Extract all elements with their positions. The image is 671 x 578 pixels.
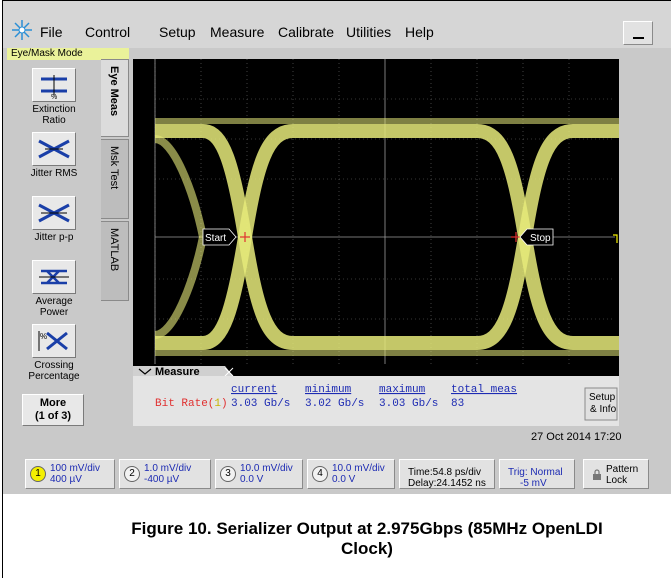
tab-eye-meas[interactable]: Eye Meas: [101, 59, 129, 137]
menu-bar: File Control Setup Measure Calibrate Uti…: [3, 1, 671, 48]
channel-scale: 100 mV/div 400 µV: [50, 463, 101, 485]
average-power-icon[interactable]: [32, 260, 76, 294]
caption-line-2: Clock): [341, 539, 393, 558]
bit-rate-maximum: 3.03 Gb/s: [379, 398, 438, 410]
svg-text:%: %: [40, 332, 47, 341]
crossing-percentage-icon[interactable]: %: [32, 324, 76, 358]
measurement-toolbar: % Extinction Ratio Jitter RMS Jitter p-p…: [6, 60, 102, 434]
menu-file[interactable]: File: [40, 24, 63, 40]
channel-level-marker: [613, 234, 618, 243]
tool-average-power[interactable]: Average Power: [10, 260, 98, 318]
bit-rate-minimum: 3.02 Gb/s: [305, 398, 364, 410]
channel-scale: 10.0 mV/div 0.0 V: [240, 463, 293, 485]
lock-icon: [593, 469, 601, 480]
channel-number: 4: [312, 466, 328, 482]
pattern-lock-button[interactable]: Pattern Lock: [583, 459, 649, 489]
tab-msk-test[interactable]: Msk Test: [101, 139, 129, 219]
menu-utilities[interactable]: Utilities: [346, 24, 391, 40]
figure-caption: Figure 10. Serializer Output at 2.975Gbp…: [3, 519, 671, 559]
menu-measure[interactable]: Measure: [210, 24, 264, 40]
tool-label: Average Power: [35, 296, 73, 318]
menu-setup[interactable]: Setup: [159, 24, 196, 40]
timebase-readout: Time:54.8 ps/div Delay:24.1452 ns: [408, 467, 486, 489]
channel-1-button[interactable]: 1 100 mV/div 400 µV: [25, 459, 115, 489]
setup-info-label: Setup: [589, 392, 616, 403]
tab-label: Msk Test: [108, 146, 120, 190]
menu-control[interactable]: Control: [85, 24, 130, 40]
trigger-readout: Trig: Normal -5 mV: [508, 467, 563, 489]
start-marker-label: Start: [205, 233, 226, 244]
tool-jitter-rms[interactable]: Jitter RMS: [10, 132, 98, 179]
caption-line-1: Figure 10. Serializer Output at 2.975Gbp…: [131, 519, 603, 538]
more-button[interactable]: More (1 of 3): [22, 394, 84, 426]
setup-info-label-2: & Info: [590, 404, 617, 415]
stop-marker-label: Stop: [530, 233, 551, 244]
timebase-button[interactable]: Time:54.8 ps/div Delay:24.1452 ns: [399, 459, 495, 489]
agilent-logo-icon: [12, 20, 32, 40]
tool-label: Extinction Ratio: [32, 104, 76, 126]
tool-label: Jitter RMS: [30, 168, 78, 179]
pattern-lock-label: Pattern Lock: [606, 464, 639, 486]
tool-label: Crossing Percentage: [28, 360, 80, 382]
trigger-button[interactable]: Trig: Normal -5 mV: [499, 459, 575, 489]
tool-label: Jitter p-p: [34, 232, 74, 243]
tool-crossing-percentage[interactable]: % Crossing Percentage: [10, 324, 98, 382]
extinction-ratio-icon[interactable]: %: [32, 68, 76, 102]
tab-label: MATLAB: [108, 228, 120, 272]
tab-matlab[interactable]: MATLAB: [101, 221, 129, 301]
channel-number: 2: [124, 466, 140, 482]
oscilloscope-window: File Control Setup Measure Calibrate Uti…: [3, 1, 671, 494]
waveform-display[interactable]: Start Stop Measure current minimum maxim…: [133, 59, 619, 426]
status-bar: 1 100 mV/div 400 µV 2 1.0 mV/div -400 µV 3…: [3, 455, 671, 494]
measure-panel: Measure current minimum maximum total me…: [133, 364, 619, 426]
tool-extinction-ratio[interactable]: % Extinction Ratio: [10, 68, 98, 126]
channel-scale: 10.0 mV/div 0.0 V: [332, 463, 385, 485]
minimize-button[interactable]: [623, 21, 653, 45]
bit-rate-label: Bit Rate(1): [155, 398, 228, 410]
menu-calibrate[interactable]: Calibrate: [278, 24, 334, 40]
menu-help[interactable]: Help: [405, 24, 434, 40]
header-minimum: minimum: [305, 384, 352, 396]
date-time: 27 Oct 2014 17:20: [531, 431, 622, 443]
channel-scale: 1.0 mV/div -400 µV: [144, 463, 192, 485]
header-current: current: [231, 384, 277, 396]
jitter-pp-icon[interactable]: [32, 196, 76, 230]
eye-diagram: Start Stop: [154, 59, 619, 364]
more-label: More: [39, 397, 67, 409]
channel-number: 3: [220, 466, 236, 482]
channel-number: 1: [30, 466, 46, 482]
channel-2-button[interactable]: 2 1.0 mV/div -400 µV: [119, 459, 211, 489]
header-total-meas: total meas: [451, 384, 517, 396]
bit-rate-current: 3.03 Gb/s: [231, 398, 290, 410]
jitter-rms-icon[interactable]: [32, 132, 76, 166]
channel-3-button[interactable]: 3 10.0 mV/div 0.0 V: [215, 459, 303, 489]
tool-jitter-pp[interactable]: Jitter p-p: [10, 196, 98, 243]
more-page-label: (1 of 3): [34, 410, 72, 422]
svg-text:%: %: [51, 94, 57, 101]
channel-4-button[interactable]: 4 10.0 mV/div 0.0 V: [307, 459, 395, 489]
header-maximum: maximum: [379, 384, 426, 396]
bit-rate-total-meas: 83: [451, 398, 464, 410]
tab-label: Eye Meas: [108, 66, 120, 117]
